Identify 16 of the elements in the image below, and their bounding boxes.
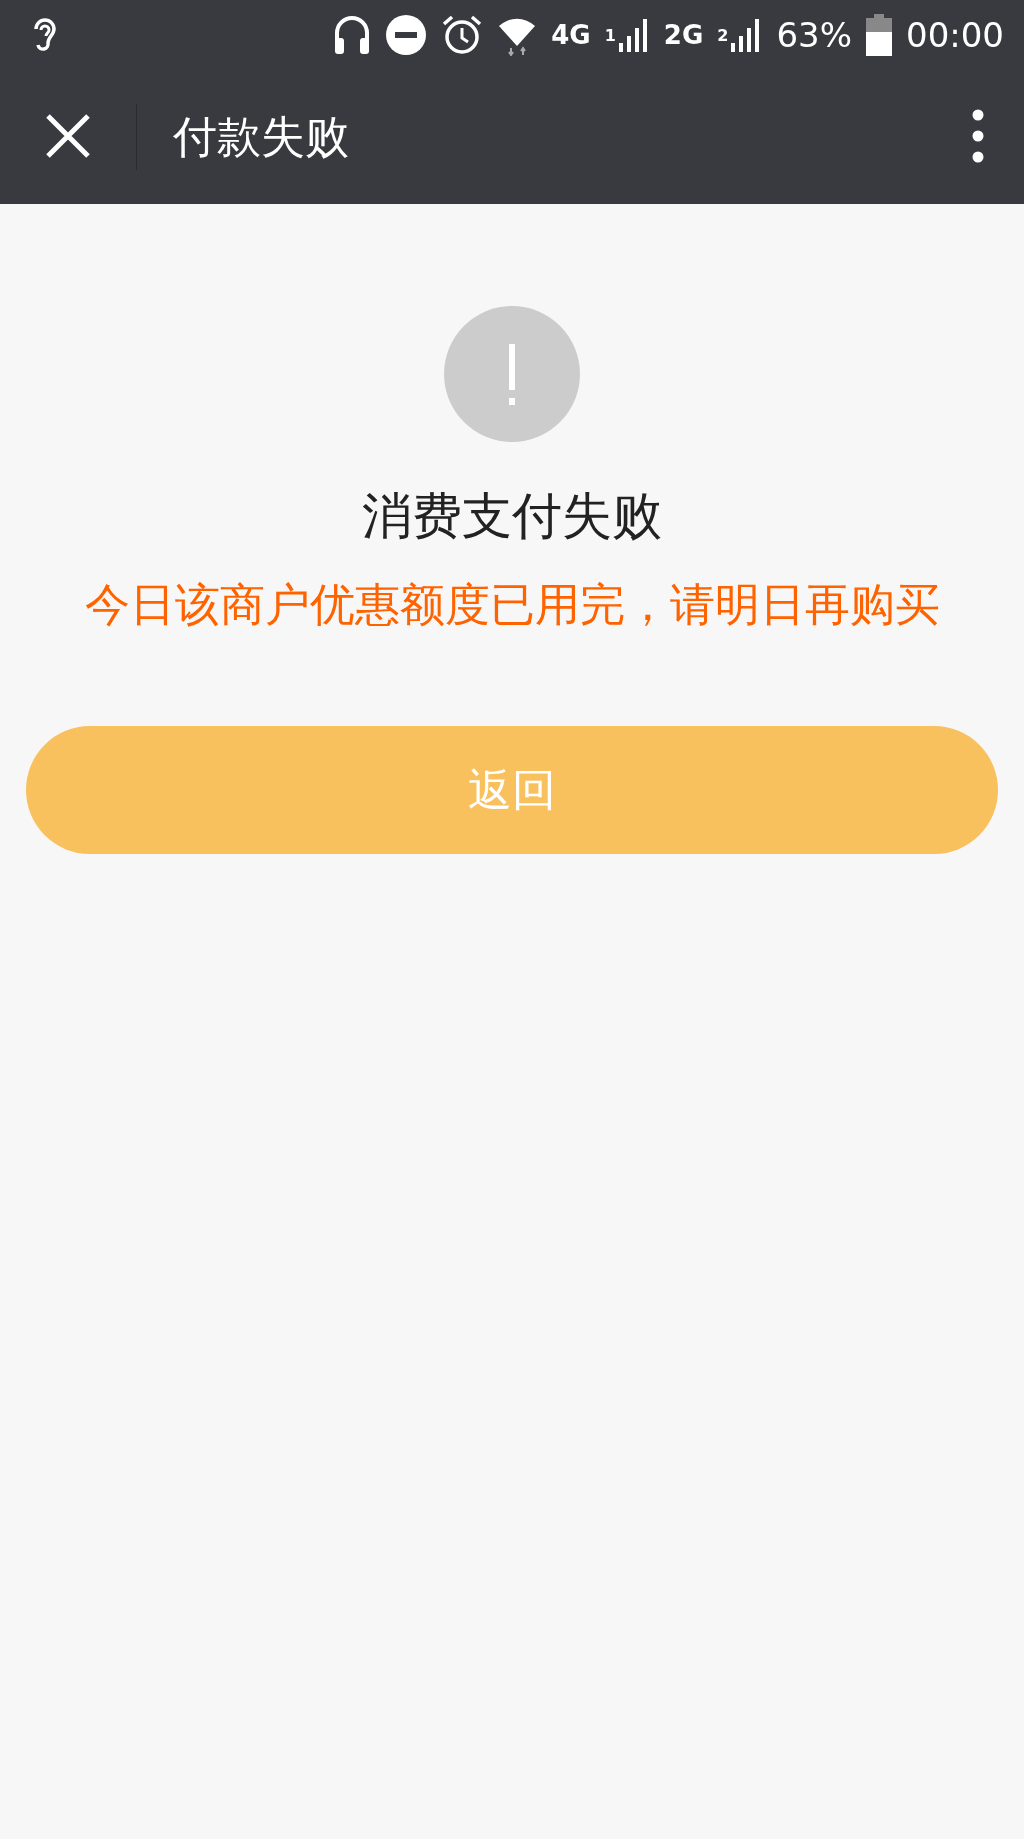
sim-slot-label: 2 bbox=[717, 28, 729, 44]
warning-icon bbox=[444, 306, 580, 442]
result-title: 消费支付失败 bbox=[362, 486, 662, 547]
sim-slot-label: 1 bbox=[604, 28, 616, 44]
battery-percent: 63% bbox=[776, 18, 852, 52]
headphones-icon bbox=[333, 14, 372, 56]
network-type-label: 4G bbox=[551, 22, 591, 48]
do-not-disturb-icon bbox=[385, 14, 428, 56]
battery-icon bbox=[866, 14, 892, 56]
error-message: 今日该商户优惠额度已用完，请明日再购买 bbox=[84, 577, 940, 633]
back-button[interactable]: 返回 bbox=[26, 726, 998, 854]
alarm-clock-icon bbox=[441, 14, 484, 56]
clock-time: 00:00 bbox=[906, 18, 1004, 52]
signal-icon bbox=[617, 17, 650, 53]
page-title: 付款失败 bbox=[173, 109, 350, 164]
network-type-label: 2G bbox=[663, 22, 704, 48]
